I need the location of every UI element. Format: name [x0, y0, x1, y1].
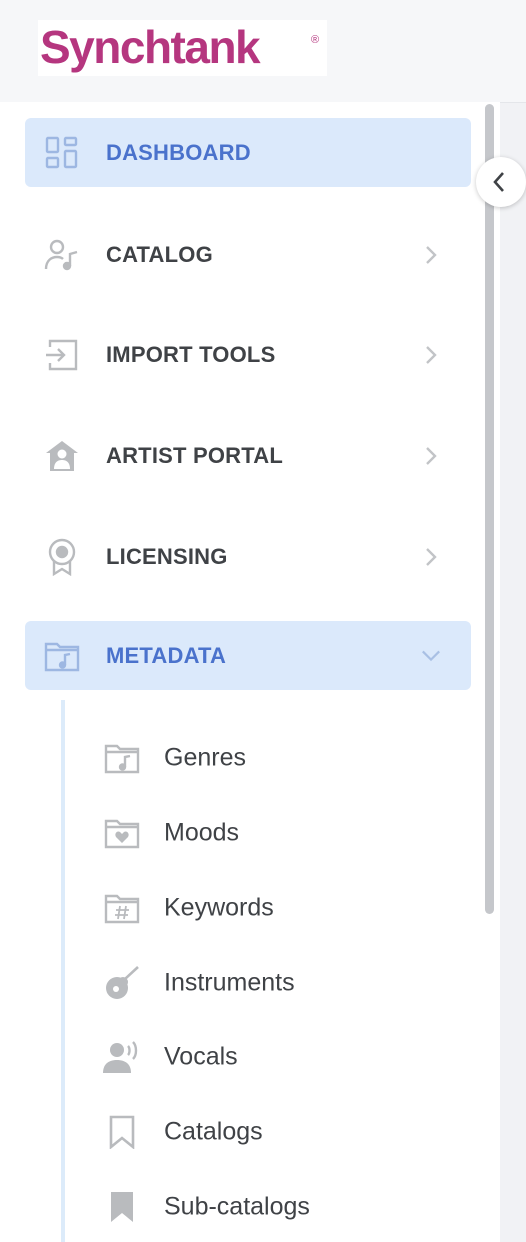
bookmark-filled-icon [102, 1187, 142, 1227]
logo-header: Synchtank ® [0, 0, 500, 102]
hash-folder-icon [102, 888, 142, 928]
sidebar-item-label: LICENSING [106, 543, 228, 569]
submenu-item-keywords[interactable]: Keywords [100, 880, 460, 936]
submenu-item-label: Genres [164, 743, 246, 772]
logo-registered-mark: ® [311, 34, 320, 46]
submenu-item-sub-catalogs[interactable]: Sub-catalogs [100, 1179, 460, 1235]
sidebar-item-label: METADATA [106, 642, 227, 668]
dashboard-grid-icon [43, 134, 81, 172]
speaking-person-icon [102, 1037, 142, 1077]
collapse-sidebar-button[interactable] [476, 157, 526, 207]
music-folder-icon [43, 637, 81, 675]
submenu-item-instruments[interactable]: Instruments [100, 955, 460, 1011]
sidebar-item-label: DASHBOARD [106, 139, 251, 165]
chevron-left-icon [493, 172, 504, 192]
sidebar-item-catalog[interactable]: CATALOG [25, 220, 471, 289]
main-header-edge [500, 0, 526, 103]
sidebar-item-label: ARTIST PORTAL [106, 442, 283, 468]
music-folder-icon [102, 738, 142, 778]
logo-text: Synchtank [40, 21, 261, 73]
heart-folder-icon [102, 813, 142, 853]
house-person-icon [43, 437, 81, 475]
guitar-icon [102, 963, 142, 1003]
sidebar-item-metadata[interactable]: METADATA [25, 621, 471, 690]
sidebar-item-label: CATALOG [106, 241, 213, 267]
award-ribbon-icon [43, 538, 81, 576]
chevron-right-icon [421, 243, 441, 267]
chevron-down-icon [421, 644, 441, 668]
submenu-item-vocals[interactable]: Vocals [100, 1029, 460, 1085]
chevron-right-icon [421, 444, 441, 468]
sidebar-item-artist-portal[interactable]: ARTIST PORTAL [25, 421, 471, 490]
sidebar-scrollbar-thumb[interactable] [485, 104, 494, 914]
submenu-item-label: Sub-catalogs [164, 1192, 310, 1221]
import-icon [43, 336, 81, 374]
submenu-item-label: Vocals [164, 1042, 238, 1071]
submenu-item-label: Catalogs [164, 1117, 263, 1146]
submenu-item-genres[interactable]: Genres [100, 730, 460, 786]
sidebar-item-label: IMPORT TOOLS [106, 341, 276, 367]
submenu-item-moods[interactable]: Moods [100, 805, 460, 861]
bookmark-outline-icon [102, 1112, 142, 1152]
sidebar-item-import-tools[interactable]: IMPORT TOOLS [25, 320, 471, 389]
submenu-item-catalogs[interactable]: Catalogs [100, 1104, 460, 1160]
synchtank-logo[interactable]: Synchtank ® [38, 20, 327, 76]
submenu-item-label: Keywords [164, 893, 274, 922]
submenu-item-label: Instruments [164, 968, 295, 997]
chevron-right-icon [421, 545, 441, 569]
submenu-item-label: Moods [164, 818, 240, 847]
submenu-guide-line [61, 700, 65, 1242]
person-music-icon [43, 236, 81, 274]
sidebar-item-licensing[interactable]: LICENSING [25, 522, 471, 591]
sidebar-item-dashboard[interactable]: DASHBOARD [25, 118, 471, 187]
chevron-right-icon [421, 343, 441, 367]
